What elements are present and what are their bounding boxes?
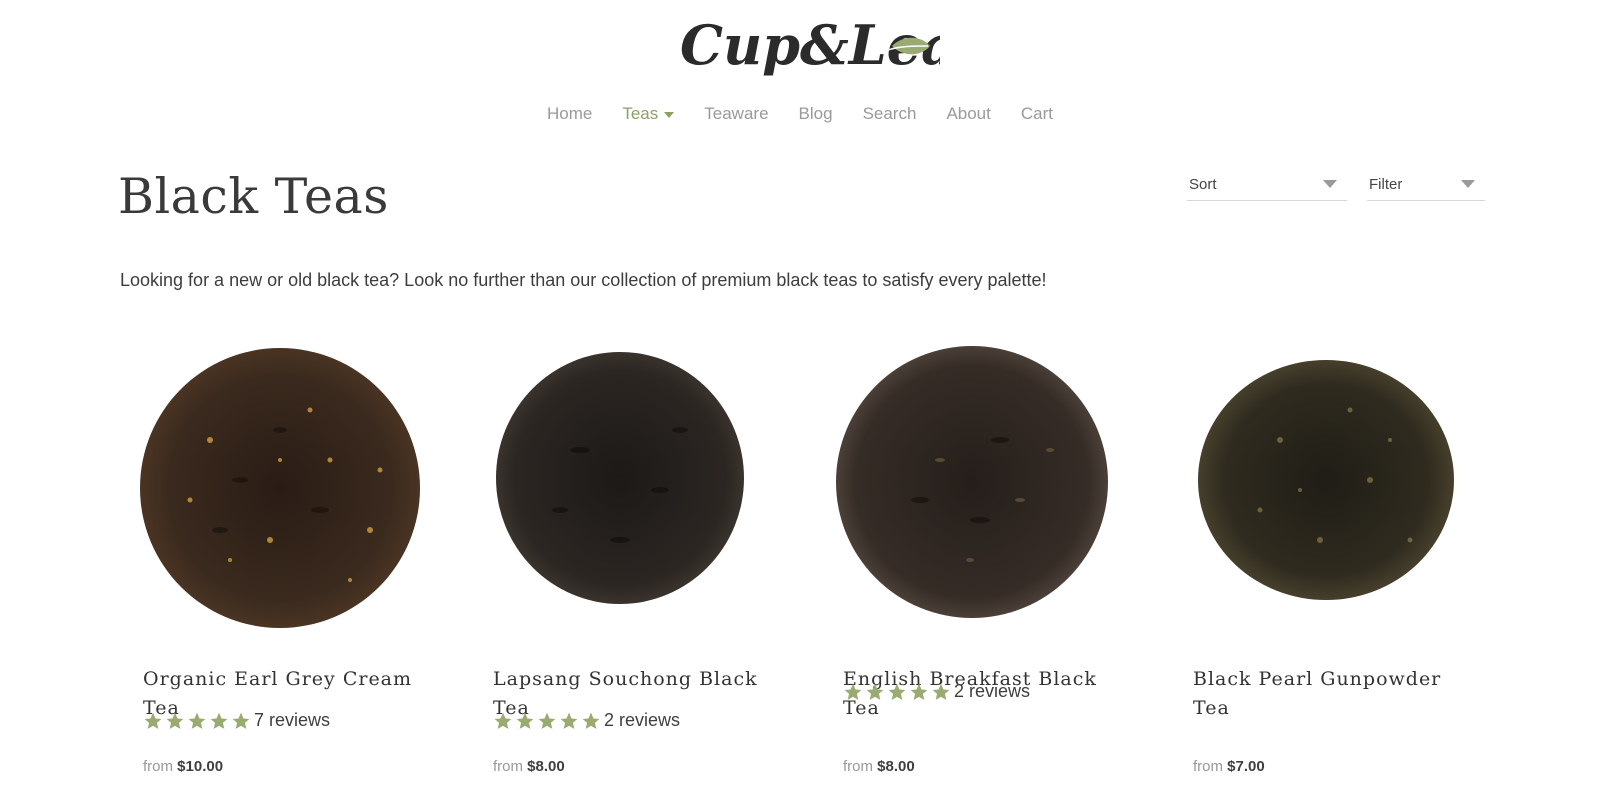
nav-teas[interactable]: Teas [607,101,689,127]
nav-teas-label: Teas [622,104,659,123]
collection-description: Looking for a new or old black tea? Look… [120,270,1047,290]
nav-teaware-label: Teaware [704,104,769,123]
star-icon [866,683,884,700]
review-count[interactable]: 2 reviews [604,710,680,731]
sort-dropdown[interactable]: Sort [1187,168,1347,201]
star-icon [910,683,928,700]
product-rating: 2 reviews [843,681,1030,702]
nav-search[interactable]: Search [848,101,932,127]
price-prefix: from [493,758,523,775]
star-icon [888,683,906,700]
cup-and-leaf-logo: Cup&Leaf [680,13,940,77]
product-price: from $8.00 [493,758,565,775]
product-rating: 2 reviews [493,710,680,731]
chevron-down-icon [1323,180,1337,188]
product-price: from $7.00 [1193,758,1265,775]
product-card[interactable]: English Breakfast Black Tea 2 reviews fr… [820,340,1140,787]
review-count[interactable]: 7 reviews [254,710,330,731]
star-icon [516,712,534,729]
loose-leaf-tea-image[interactable] [470,340,790,640]
loose-leaf-tea-image[interactable] [820,340,1140,640]
nav-cart-label: Cart [1020,104,1053,123]
nav-blog-label: Blog [798,104,833,123]
star-rating [493,711,601,731]
product-card[interactable]: Organic Earl Grey Cream Tea 7 reviews fr… [120,340,440,787]
nav-cart[interactable]: Cart [1006,101,1068,127]
chevron-down-icon [1461,180,1475,188]
main-nav: Home Teas Teaware Blog Search About Cart [0,101,1600,127]
nav-search-label: Search [862,104,917,123]
nav-blog[interactable]: Blog [784,101,848,127]
price-value: $8.00 [527,758,565,775]
product-card[interactable]: Lapsang Souchong Black Tea 2 reviews fro… [470,340,790,787]
product-name[interactable]: Black Pearl Gunpowder Tea [1193,665,1463,723]
star-icon [210,712,228,729]
filter-dropdown[interactable]: Filter [1367,168,1485,201]
site-logo[interactable]: Cup&Leaf [0,6,1600,82]
review-count[interactable]: 2 reviews [954,681,1030,702]
price-prefix: from [1193,758,1223,775]
star-icon [166,712,184,729]
star-rating [843,682,951,702]
nav-home[interactable]: Home [532,101,607,127]
price-value: $7.00 [1227,758,1265,775]
star-icon [232,712,250,729]
filter-label: Filter [1369,175,1403,193]
nav-home-label: Home [546,104,593,123]
star-icon [538,712,556,729]
sort-label: Sort [1189,175,1217,193]
product-card[interactable]: Black Pearl Gunpowder Tea from $7.00 [1170,340,1490,787]
star-icon [932,683,950,700]
product-grid: Organic Earl Grey Cream Tea 7 reviews fr… [120,340,1480,787]
star-icon [582,712,600,729]
star-icon [560,712,578,729]
price-value: $10.00 [177,758,224,775]
product-price: from $8.00 [843,758,915,775]
star-icon [188,712,206,729]
star-icon [844,683,862,700]
page-title: Black Teas [118,168,389,225]
price-value: $8.00 [877,758,915,775]
loose-leaf-tea-image[interactable] [120,340,440,640]
product-rating: 7 reviews [143,710,330,731]
star-icon [144,712,162,729]
price-prefix: from [843,758,873,775]
price-prefix: from [143,758,173,775]
star-rating [143,711,251,731]
nav-teaware[interactable]: Teaware [689,101,783,127]
chevron-down-icon [664,112,675,118]
star-icon [494,712,512,729]
nav-about-label: About [946,104,991,123]
product-price: from $10.00 [143,758,223,775]
nav-about[interactable]: About [931,101,1005,127]
loose-leaf-tea-image[interactable] [1170,340,1490,640]
